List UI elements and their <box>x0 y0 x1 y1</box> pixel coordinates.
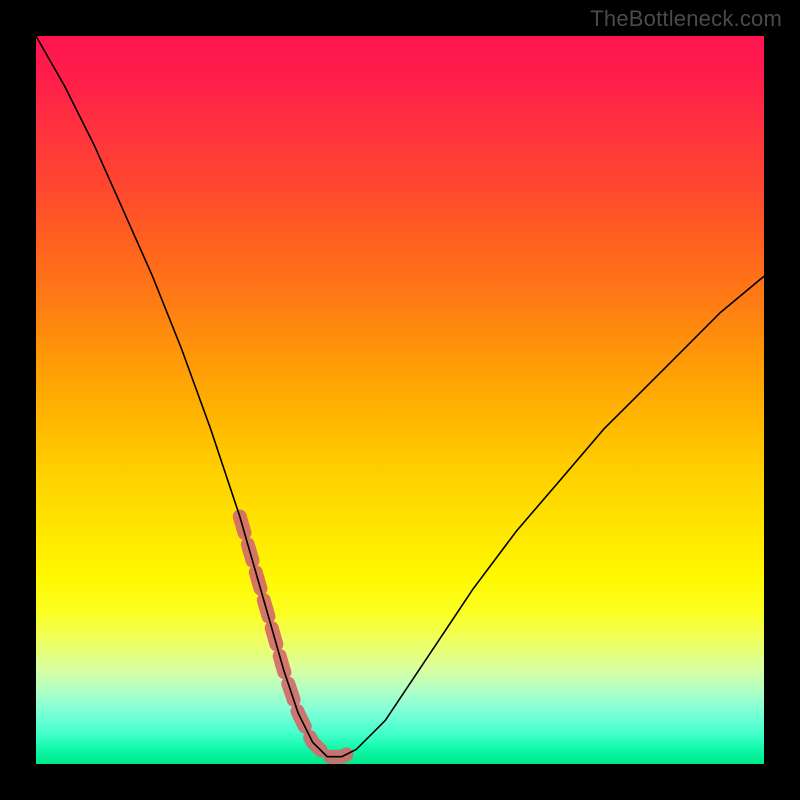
trough-highlight-line <box>240 517 356 757</box>
chart-plot-area <box>36 36 764 764</box>
chart-svg <box>36 36 764 764</box>
bottleneck-curve-line <box>36 36 764 757</box>
watermark-text: TheBottleneck.com <box>590 6 782 32</box>
